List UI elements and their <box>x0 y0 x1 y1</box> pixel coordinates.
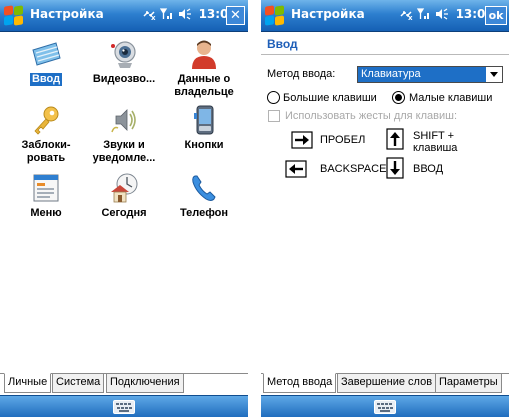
tab-bar: Метод ввода Завершение слов Параметры <box>261 373 509 393</box>
settings-item-label: Звуки и уведомле... <box>92 139 156 164</box>
settings-item-label: Сегодня <box>101 207 147 219</box>
tab-options[interactable]: Параметры <box>435 374 502 393</box>
device-buttons-icon <box>194 105 214 135</box>
volume-icon <box>436 8 449 19</box>
webcam-icon <box>111 41 136 68</box>
start-menu-icon[interactable] <box>265 5 285 26</box>
status-area[interactable]: x 13:09 <box>399 6 494 24</box>
key-icon <box>34 106 59 135</box>
settings-item-label: Меню <box>30 207 62 219</box>
arrow-right-icon <box>291 131 313 149</box>
chevron-down-icon <box>490 72 498 77</box>
svg-text:x: x <box>408 14 413 21</box>
sounds-notifications-icon <box>111 109 136 133</box>
volume-icon <box>179 8 192 19</box>
input-method-value: Клавиатура <box>358 67 486 82</box>
settings-item-label: Телефон <box>179 207 229 219</box>
radio-large-keys[interactable] <box>267 91 280 104</box>
signal-icon <box>417 7 430 19</box>
settings-item-label: Заблоки-ровать <box>21 139 71 164</box>
tab-word-completion[interactable]: Завершение слов <box>337 374 437 393</box>
keyboard-sip-icon[interactable] <box>374 400 396 414</box>
input-method-label: Метод ввода: <box>267 68 336 80</box>
settings-item-label: Ввод <box>30 73 62 86</box>
settings-screen-input: Настройка x 13:09 ok Ввод Метод ввода: К… <box>261 0 509 417</box>
svg-text:x: x <box>151 14 156 21</box>
start-menu-icon[interactable] <box>4 5 24 26</box>
connectivity-icon: x <box>400 10 413 22</box>
status-area[interactable]: x 13:08 <box>142 6 237 24</box>
tab-system[interactable]: Система <box>52 374 105 393</box>
gestures-checkbox[interactable] <box>268 110 280 122</box>
phone-handset-icon <box>192 175 216 201</box>
keyboard-input-icon <box>32 42 61 66</box>
gesture-backspace-label: BACKSPACE <box>320 163 387 175</box>
connectivity-icon: x <box>143 10 156 22</box>
tab-bar: Личные Система Подключения <box>0 373 248 393</box>
settings-item-label: Видеозво... <box>92 73 156 85</box>
title-bar: Настройка x 13:08 ✕ <box>0 0 248 32</box>
gesture-shift-label: SHIFT + клавиша <box>413 130 458 154</box>
settings-item-label: Данные о владельце <box>174 73 234 98</box>
settings-item-label: Кнопки <box>184 139 224 151</box>
input-method-dropdown[interactable]: Клавиатура <box>357 66 503 83</box>
radio-large-keys-label[interactable]: Большие клавиши <box>283 92 377 104</box>
gesture-enter-label: ВВОД <box>413 163 444 175</box>
window-title: Настройка <box>291 7 365 21</box>
menu-icon <box>33 174 59 202</box>
tab-connections[interactable]: Подключения <box>106 374 184 393</box>
tab-personal[interactable]: Личные <box>4 373 52 393</box>
arrow-down-icon <box>386 157 404 179</box>
arrow-left-icon <box>285 160 307 178</box>
title-bar: Настройка x 13:09 ok <box>261 0 509 32</box>
window-title: Настройка <box>30 7 104 21</box>
close-button[interactable]: ✕ <box>226 6 245 25</box>
owner-person-icon <box>192 40 216 69</box>
settings-screen-personal: Настройка x 13:08 ✕ Ввод Видеозво... Дан… <box>0 0 248 417</box>
ok-button[interactable]: ok <box>485 6 507 25</box>
radio-small-keys[interactable] <box>392 91 405 104</box>
arrow-up-icon <box>386 128 404 150</box>
signal-icon <box>160 7 173 19</box>
keyboard-sip-icon[interactable] <box>113 400 135 414</box>
soft-key-bar <box>0 395 248 417</box>
tab-input-method[interactable]: Метод ввода <box>263 373 337 393</box>
today-house-icon <box>111 173 138 203</box>
gesture-space-label: ПРОБЕЛ <box>320 134 366 146</box>
soft-key-bar <box>261 395 509 417</box>
gestures-checkbox-label: Использовать жесты для клавиш: <box>285 110 458 122</box>
section-header: Ввод <box>261 33 509 55</box>
radio-small-keys-label[interactable]: Малые клавиши <box>409 92 492 104</box>
